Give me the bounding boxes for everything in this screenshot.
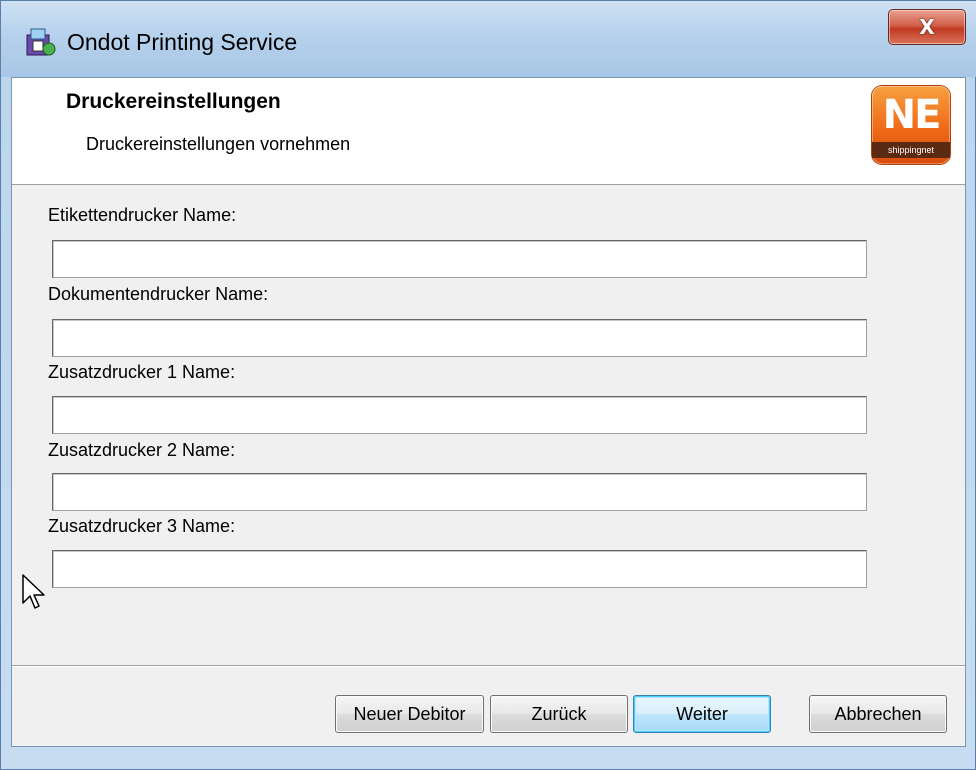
page-subtitle: Druckereinstellungen vornehmen <box>86 134 351 154</box>
title-bar[interactable]: Ondot Printing Service X <box>1 1 976 77</box>
label-zusatzdrucker-2: Zusatzdrucker 2 Name: <box>48 440 236 460</box>
logo-caption: shippingnet <box>872 142 950 158</box>
button-separator <box>12 665 965 667</box>
installer-window: Ondot Printing Service X Druckereinstell… <box>0 0 976 770</box>
window-title: Ondot Printing Service <box>67 29 298 55</box>
logo-letters: NE <box>882 92 942 138</box>
new-debitor-button[interactable]: Neuer Debitor <box>335 695 484 733</box>
zusatzdrucker-2-name-input[interactable] <box>52 473 867 511</box>
label-zusatzdrucker-1: Zusatzdrucker 1 Name: <box>48 362 236 382</box>
shippingnet-logo: NE shippingnet <box>872 86 950 164</box>
label-dokumentendrucker: Dokumentendrucker Name: <box>48 284 269 304</box>
cancel-button[interactable]: Abbrechen <box>809 695 947 733</box>
header-panel: Druckereinstellungen Druckereinstellunge… <box>12 78 965 185</box>
back-button[interactable]: Zurück <box>490 695 628 733</box>
dialog-client-area: Druckereinstellungen Druckereinstellunge… <box>11 77 966 747</box>
close-icon: X <box>919 15 935 39</box>
zusatzdrucker-3-name-input[interactable] <box>52 550 867 588</box>
page-title: Druckereinstellungen <box>66 90 281 113</box>
next-button[interactable]: Weiter <box>633 695 771 733</box>
installer-icon <box>26 28 56 56</box>
dokumentendrucker-name-input[interactable] <box>52 319 867 357</box>
mouse-cursor-icon <box>22 574 45 609</box>
zusatzdrucker-1-name-input[interactable] <box>52 396 867 434</box>
close-button[interactable]: X <box>888 9 966 45</box>
label-zusatzdrucker-3: Zusatzdrucker 3 Name: <box>48 516 236 536</box>
label-etikettendrucker: Etikettendrucker Name: <box>48 205 237 225</box>
etikettendrucker-name-input[interactable] <box>52 240 867 278</box>
